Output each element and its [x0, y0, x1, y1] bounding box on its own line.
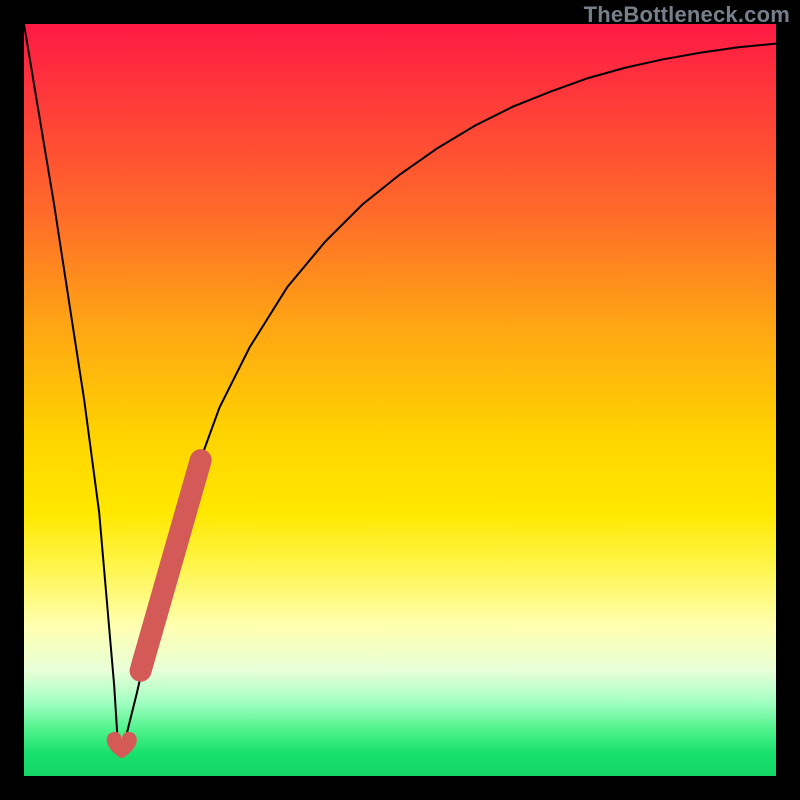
watermark-text: TheBottleneck.com — [584, 2, 790, 28]
heart-marker — [107, 732, 137, 759]
highlight-band — [141, 460, 201, 671]
chart-frame: TheBottleneck.com — [0, 0, 800, 800]
chart-overlay — [24, 24, 776, 776]
